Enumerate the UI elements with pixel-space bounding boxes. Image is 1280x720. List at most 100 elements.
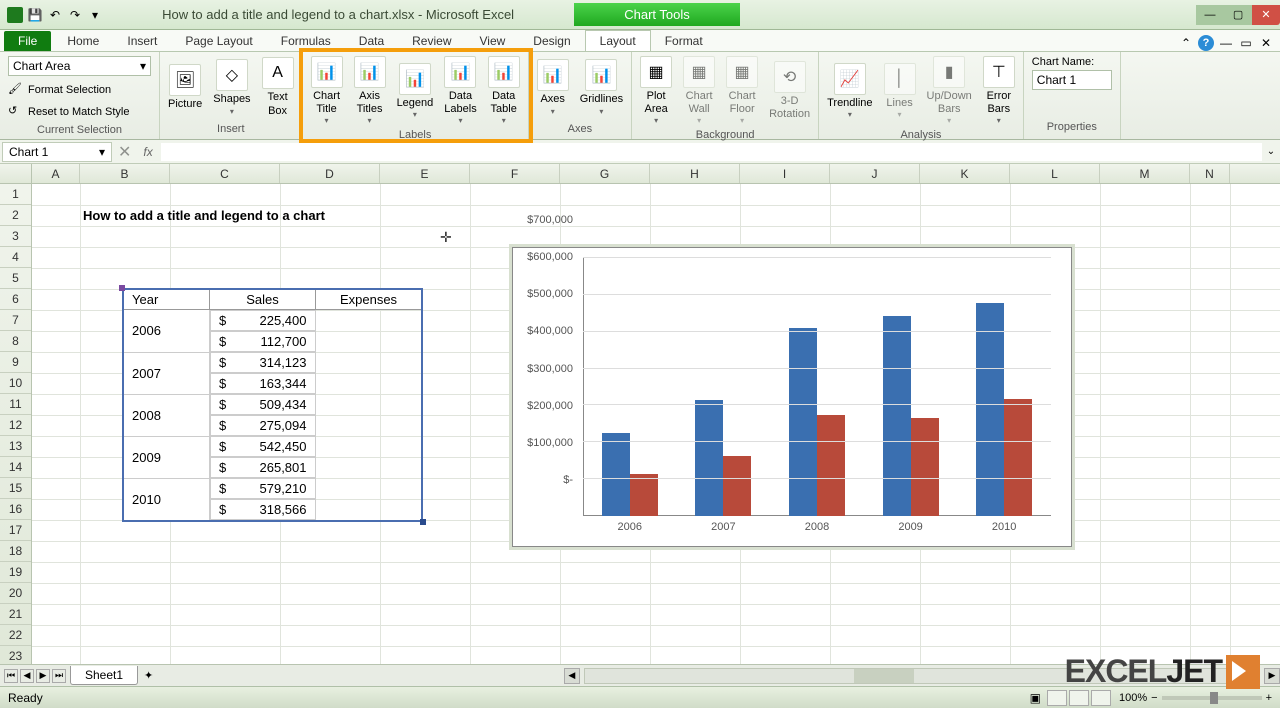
axes-button[interactable]: 📊Axes▾	[533, 57, 573, 117]
chart-object[interactable]: $-$100,000$200,000$300,000$400,000$500,0…	[512, 247, 1072, 547]
legend-button[interactable]: 📊Legend▾	[393, 61, 438, 121]
tab-review[interactable]: Review	[398, 31, 465, 51]
chart-bar[interactable]	[630, 474, 658, 516]
row-header[interactable]: 14	[0, 457, 31, 478]
normal-view-button[interactable]	[1047, 690, 1067, 706]
shapes-button[interactable]: ◇Shapes▾	[209, 57, 254, 117]
chart-title-button[interactable]: 📊Chart Title▾	[307, 54, 347, 127]
updown-bars-button[interactable]: ▮Up/Down Bars▾	[923, 54, 976, 127]
row-header[interactable]: 2	[0, 205, 31, 226]
chart-bar[interactable]	[789, 328, 817, 516]
data-table-button[interactable]: 📊Data Table▾	[484, 54, 524, 127]
row-header[interactable]: 12	[0, 415, 31, 436]
row-header[interactable]: 17	[0, 520, 31, 541]
tab-file[interactable]: File	[4, 31, 51, 51]
trendline-button[interactable]: 📈Trendline▾	[823, 61, 876, 121]
zoom-level[interactable]: 100%	[1119, 692, 1147, 704]
zoom-in-button[interactable]: +	[1266, 692, 1272, 704]
select-all-corner[interactable]	[0, 164, 32, 183]
tab-insert[interactable]: Insert	[113, 31, 171, 51]
qat-customize-icon[interactable]: ▾	[86, 6, 104, 24]
column-header[interactable]: M	[1100, 164, 1190, 183]
prev-sheet-button[interactable]: ◀	[20, 669, 34, 683]
row-header[interactable]: 4	[0, 247, 31, 268]
tab-data[interactable]: Data	[345, 31, 398, 51]
row-header[interactable]: 21	[0, 604, 31, 625]
close-button[interactable]: ✕	[1252, 5, 1280, 25]
row-header[interactable]: 5	[0, 268, 31, 289]
row-header[interactable]: 11	[0, 394, 31, 415]
last-sheet-button[interactable]: ⏭	[52, 669, 66, 683]
row-header[interactable]: 9	[0, 352, 31, 373]
row-header[interactable]: 22	[0, 625, 31, 646]
fx-icon[interactable]: fx	[135, 145, 160, 159]
tab-design[interactable]: Design	[519, 31, 584, 51]
minimize-button[interactable]: —	[1196, 5, 1224, 25]
plot-area-button[interactable]: ▦Plot Area▾	[636, 54, 676, 127]
tab-home[interactable]: Home	[53, 31, 113, 51]
row-header[interactable]: 16	[0, 499, 31, 520]
chart-bar[interactable]	[817, 415, 845, 516]
tab-formulas[interactable]: Formulas	[267, 31, 345, 51]
macro-record-icon[interactable]: ▣	[1030, 691, 1041, 705]
row-header[interactable]: 23	[0, 646, 31, 664]
minimize-ribbon-icon[interactable]: ⌃	[1178, 35, 1194, 51]
sheet-tab-sheet1[interactable]: Sheet1	[70, 666, 138, 685]
workbook-minimize-icon[interactable]: —	[1218, 35, 1234, 51]
column-header[interactable]: H	[650, 164, 740, 183]
maximize-button[interactable]: ▢	[1224, 5, 1252, 25]
hscroll-right-button[interactable]: ▶	[1264, 668, 1280, 684]
page-layout-view-button[interactable]	[1069, 690, 1089, 706]
column-header[interactable]: F	[470, 164, 560, 183]
data-labels-button[interactable]: 📊Data Labels▾	[440, 54, 480, 127]
column-header[interactable]: K	[920, 164, 1010, 183]
row-header[interactable]: 19	[0, 562, 31, 583]
error-bars-button[interactable]: ⊤Error Bars▾	[979, 54, 1019, 127]
column-header[interactable]: A	[32, 164, 80, 183]
chart-bar[interactable]	[1004, 399, 1032, 516]
page-break-view-button[interactable]	[1091, 690, 1111, 706]
new-sheet-button[interactable]: ✦	[138, 667, 159, 684]
next-sheet-button[interactable]: ▶	[36, 669, 50, 683]
expand-formula-bar-icon[interactable]: ⌄	[1262, 146, 1280, 157]
chart-wall-button[interactable]: ▦Chart Wall▾	[679, 54, 719, 127]
row-header[interactable]: 15	[0, 478, 31, 499]
chart-bar[interactable]	[976, 303, 1004, 516]
row-header[interactable]: 20	[0, 583, 31, 604]
column-header[interactable]: N	[1190, 164, 1230, 183]
column-header[interactable]: L	[1010, 164, 1100, 183]
row-header[interactable]: 6	[0, 289, 31, 310]
chart-bar[interactable]	[911, 418, 939, 516]
gridlines-button[interactable]: 📊Gridlines▾	[576, 57, 627, 117]
name-box[interactable]: Chart 1 ▾	[2, 142, 112, 162]
row-header[interactable]: 10	[0, 373, 31, 394]
rotation-button[interactable]: ⟲3-D Rotation	[765, 59, 814, 123]
row-header[interactable]: 1	[0, 184, 31, 205]
first-sheet-button[interactable]: ⏮	[4, 669, 18, 683]
worksheet-grid[interactable]: ABCDEFGHIJKLMN 1234567891011121314151617…	[0, 164, 1280, 664]
column-header[interactable]: J	[830, 164, 920, 183]
chart-bar[interactable]	[723, 456, 751, 516]
chart-plot-area[interactable]	[583, 258, 1051, 516]
reset-to-match-style-button[interactable]: ↺ Reset to Match Style	[4, 102, 155, 122]
column-header[interactable]: B	[80, 164, 170, 183]
help-icon[interactable]: ?	[1198, 35, 1214, 51]
picture-button[interactable]: 🖼Picture	[164, 62, 206, 113]
row-header[interactable]: 13	[0, 436, 31, 457]
save-icon[interactable]: 💾	[26, 6, 44, 24]
hscroll-left-button[interactable]: ◀	[564, 668, 580, 684]
tab-format[interactable]: Format	[651, 31, 717, 51]
row-header[interactable]: 18	[0, 541, 31, 562]
workbook-close-icon[interactable]: ✕	[1258, 35, 1274, 51]
text-box-button[interactable]: AText Box	[258, 55, 298, 119]
format-selection-button[interactable]: 🖌 Format Selection	[4, 80, 155, 100]
lines-button[interactable]: │Lines▾	[880, 61, 920, 121]
chart-name-input[interactable]	[1032, 70, 1112, 90]
column-header[interactable]: C	[170, 164, 280, 183]
row-header[interactable]: 7	[0, 310, 31, 331]
column-header[interactable]: E	[380, 164, 470, 183]
column-header[interactable]: G	[560, 164, 650, 183]
tab-view[interactable]: View	[466, 31, 520, 51]
chart-bar[interactable]	[883, 316, 911, 516]
undo-icon[interactable]: ↶	[46, 6, 64, 24]
